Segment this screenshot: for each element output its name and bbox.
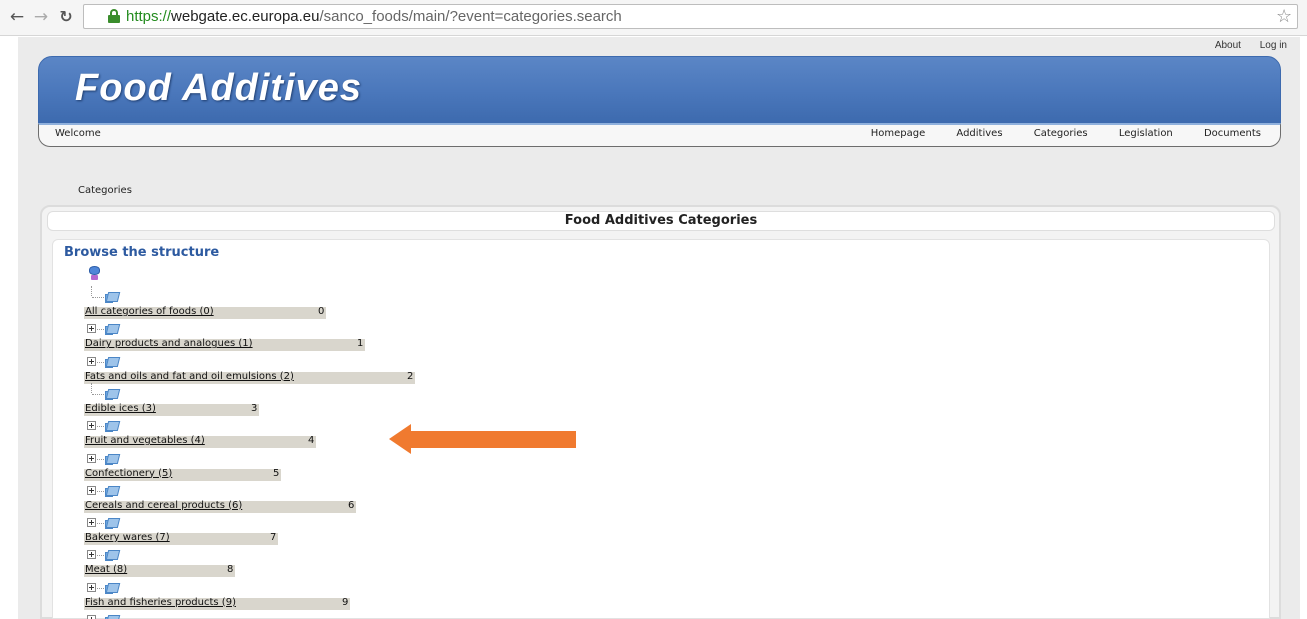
tree-connector	[84, 548, 124, 562]
menu-item-homepage[interactable]: Homepage	[871, 128, 926, 139]
menu-item-categories[interactable]: Categories	[1034, 128, 1088, 139]
category-count: 7	[270, 532, 277, 544]
menu-item-additives[interactable]: Additives	[956, 128, 1002, 139]
expand-plus-icon[interactable]	[87, 453, 96, 463]
panel-title: Food Additives Categories	[564, 213, 758, 228]
category-link[interactable]: Cereals and cereal products (6)	[85, 500, 242, 511]
annotation-arrow-icon	[389, 424, 411, 454]
forward-arrow-icon[interactable]: →	[30, 6, 52, 28]
category-link[interactable]: Meat (8)	[85, 564, 127, 575]
breadcrumb: Categories	[78, 185, 132, 196]
tree-connector	[84, 452, 124, 466]
url-host: webgate.ec.europa.eu	[171, 8, 320, 25]
folder-icon[interactable]	[105, 453, 121, 465]
database-root-icon[interactable]	[89, 266, 100, 281]
folder-icon[interactable]	[105, 323, 121, 336]
category-count: 6	[348, 499, 355, 511]
category-link[interactable]: Dairy products and analogues (1)	[85, 338, 253, 349]
expand-plus-icon[interactable]	[87, 485, 96, 495]
expand-plus-icon[interactable]	[87, 518, 96, 528]
folder-icon[interactable]	[105, 388, 121, 400]
category-count: 0	[318, 306, 325, 317]
category-count: 9	[342, 596, 349, 608]
category-link[interactable]: Fats and oils and fat and oil emulsions …	[85, 371, 294, 382]
tree-row: Meat (8) 8	[84, 548, 484, 580]
back-arrow-icon[interactable]: ←	[6, 6, 28, 28]
menu-item-documents[interactable]: Documents	[1204, 128, 1261, 139]
tree-row: Bakery wares (7) 7	[84, 516, 484, 548]
category-count: 3	[251, 402, 258, 414]
tree-connector	[84, 516, 124, 530]
category-link[interactable]: All categories of foods (0)	[85, 306, 214, 317]
tree-connector	[84, 484, 124, 498]
star-icon[interactable]: ☆	[1276, 6, 1292, 27]
tree-connector	[84, 322, 124, 336]
annotation-arrow-shaft	[405, 431, 576, 448]
browse-title: Browse the structure	[64, 245, 220, 260]
expand-plus-icon[interactable]	[87, 324, 96, 334]
expand-plus-icon[interactable]	[87, 582, 96, 592]
folder-icon[interactable]	[105, 420, 121, 433]
tree-row: Fish and fisheries products (9) 9	[84, 581, 484, 613]
category-link[interactable]: Fruit and vegetables (4)	[85, 435, 205, 446]
login-link[interactable]: Log in	[1260, 40, 1287, 51]
expand-plus-icon[interactable]	[87, 615, 96, 619]
category-link[interactable]: Edible ices (3)	[85, 403, 156, 414]
tree-row	[84, 613, 484, 619]
utility-links: About Log in	[1199, 40, 1287, 51]
folder-icon[interactable]	[105, 582, 121, 594]
site-title: Food Additives	[75, 67, 363, 109]
folder-icon[interactable]	[105, 356, 121, 368]
category-link[interactable]: Bakery wares (7)	[85, 532, 170, 543]
tree-row: Confectionery (5) 5	[84, 452, 484, 484]
expand-plus-icon[interactable]	[87, 356, 96, 366]
category-count: 8	[227, 564, 234, 576]
tree-row: Dairy products and analogues (1) 1	[84, 322, 484, 354]
lock-icon	[108, 9, 120, 23]
folder-icon[interactable]	[105, 614, 121, 619]
reload-icon[interactable]: ↻	[55, 6, 77, 28]
tree-connector	[84, 419, 124, 433]
tree-row: All categories of foods (0) 0	[84, 286, 484, 322]
category-count: 4	[308, 435, 315, 447]
category-count: 5	[273, 467, 280, 479]
folder-icon[interactable]	[105, 549, 121, 562]
tree-row: Cereals and cereal products (6) 6	[84, 484, 484, 516]
menu-items: Homepage Additives Categories Legislatio…	[843, 128, 1261, 139]
category-link[interactable]: Fish and fisheries products (9)	[85, 597, 236, 608]
folder-icon[interactable]	[105, 485, 121, 497]
category-count: 2	[407, 370, 414, 382]
url-path: /sanco_foods/main/?event=categories.sear…	[319, 8, 622, 25]
tree-connector	[84, 286, 124, 304]
expand-plus-icon[interactable]	[87, 421, 96, 431]
tree-row: Edible ices (3) 3	[84, 382, 484, 419]
tree-connector	[84, 382, 124, 401]
menu-item-legislation[interactable]: Legislation	[1119, 128, 1173, 139]
menu-welcome[interactable]: Welcome	[55, 128, 101, 139]
tree-connector	[84, 355, 124, 369]
url-text[interactable]: https://webgate.ec.europa.eu/sanco_foods…	[126, 8, 622, 25]
tree-connector	[84, 581, 124, 595]
url-scheme: https://	[126, 8, 172, 25]
about-link[interactable]: About	[1215, 40, 1241, 51]
category-count: 1	[357, 338, 364, 350]
folder-icon[interactable]	[105, 291, 121, 303]
category-link[interactable]: Confectionery (5)	[85, 468, 172, 479]
folder-icon[interactable]	[105, 517, 121, 530]
tree-connector	[84, 613, 124, 619]
tree-row: Fats and oils and fat and oil emulsions …	[84, 355, 484, 387]
expand-plus-icon[interactable]	[87, 550, 96, 560]
